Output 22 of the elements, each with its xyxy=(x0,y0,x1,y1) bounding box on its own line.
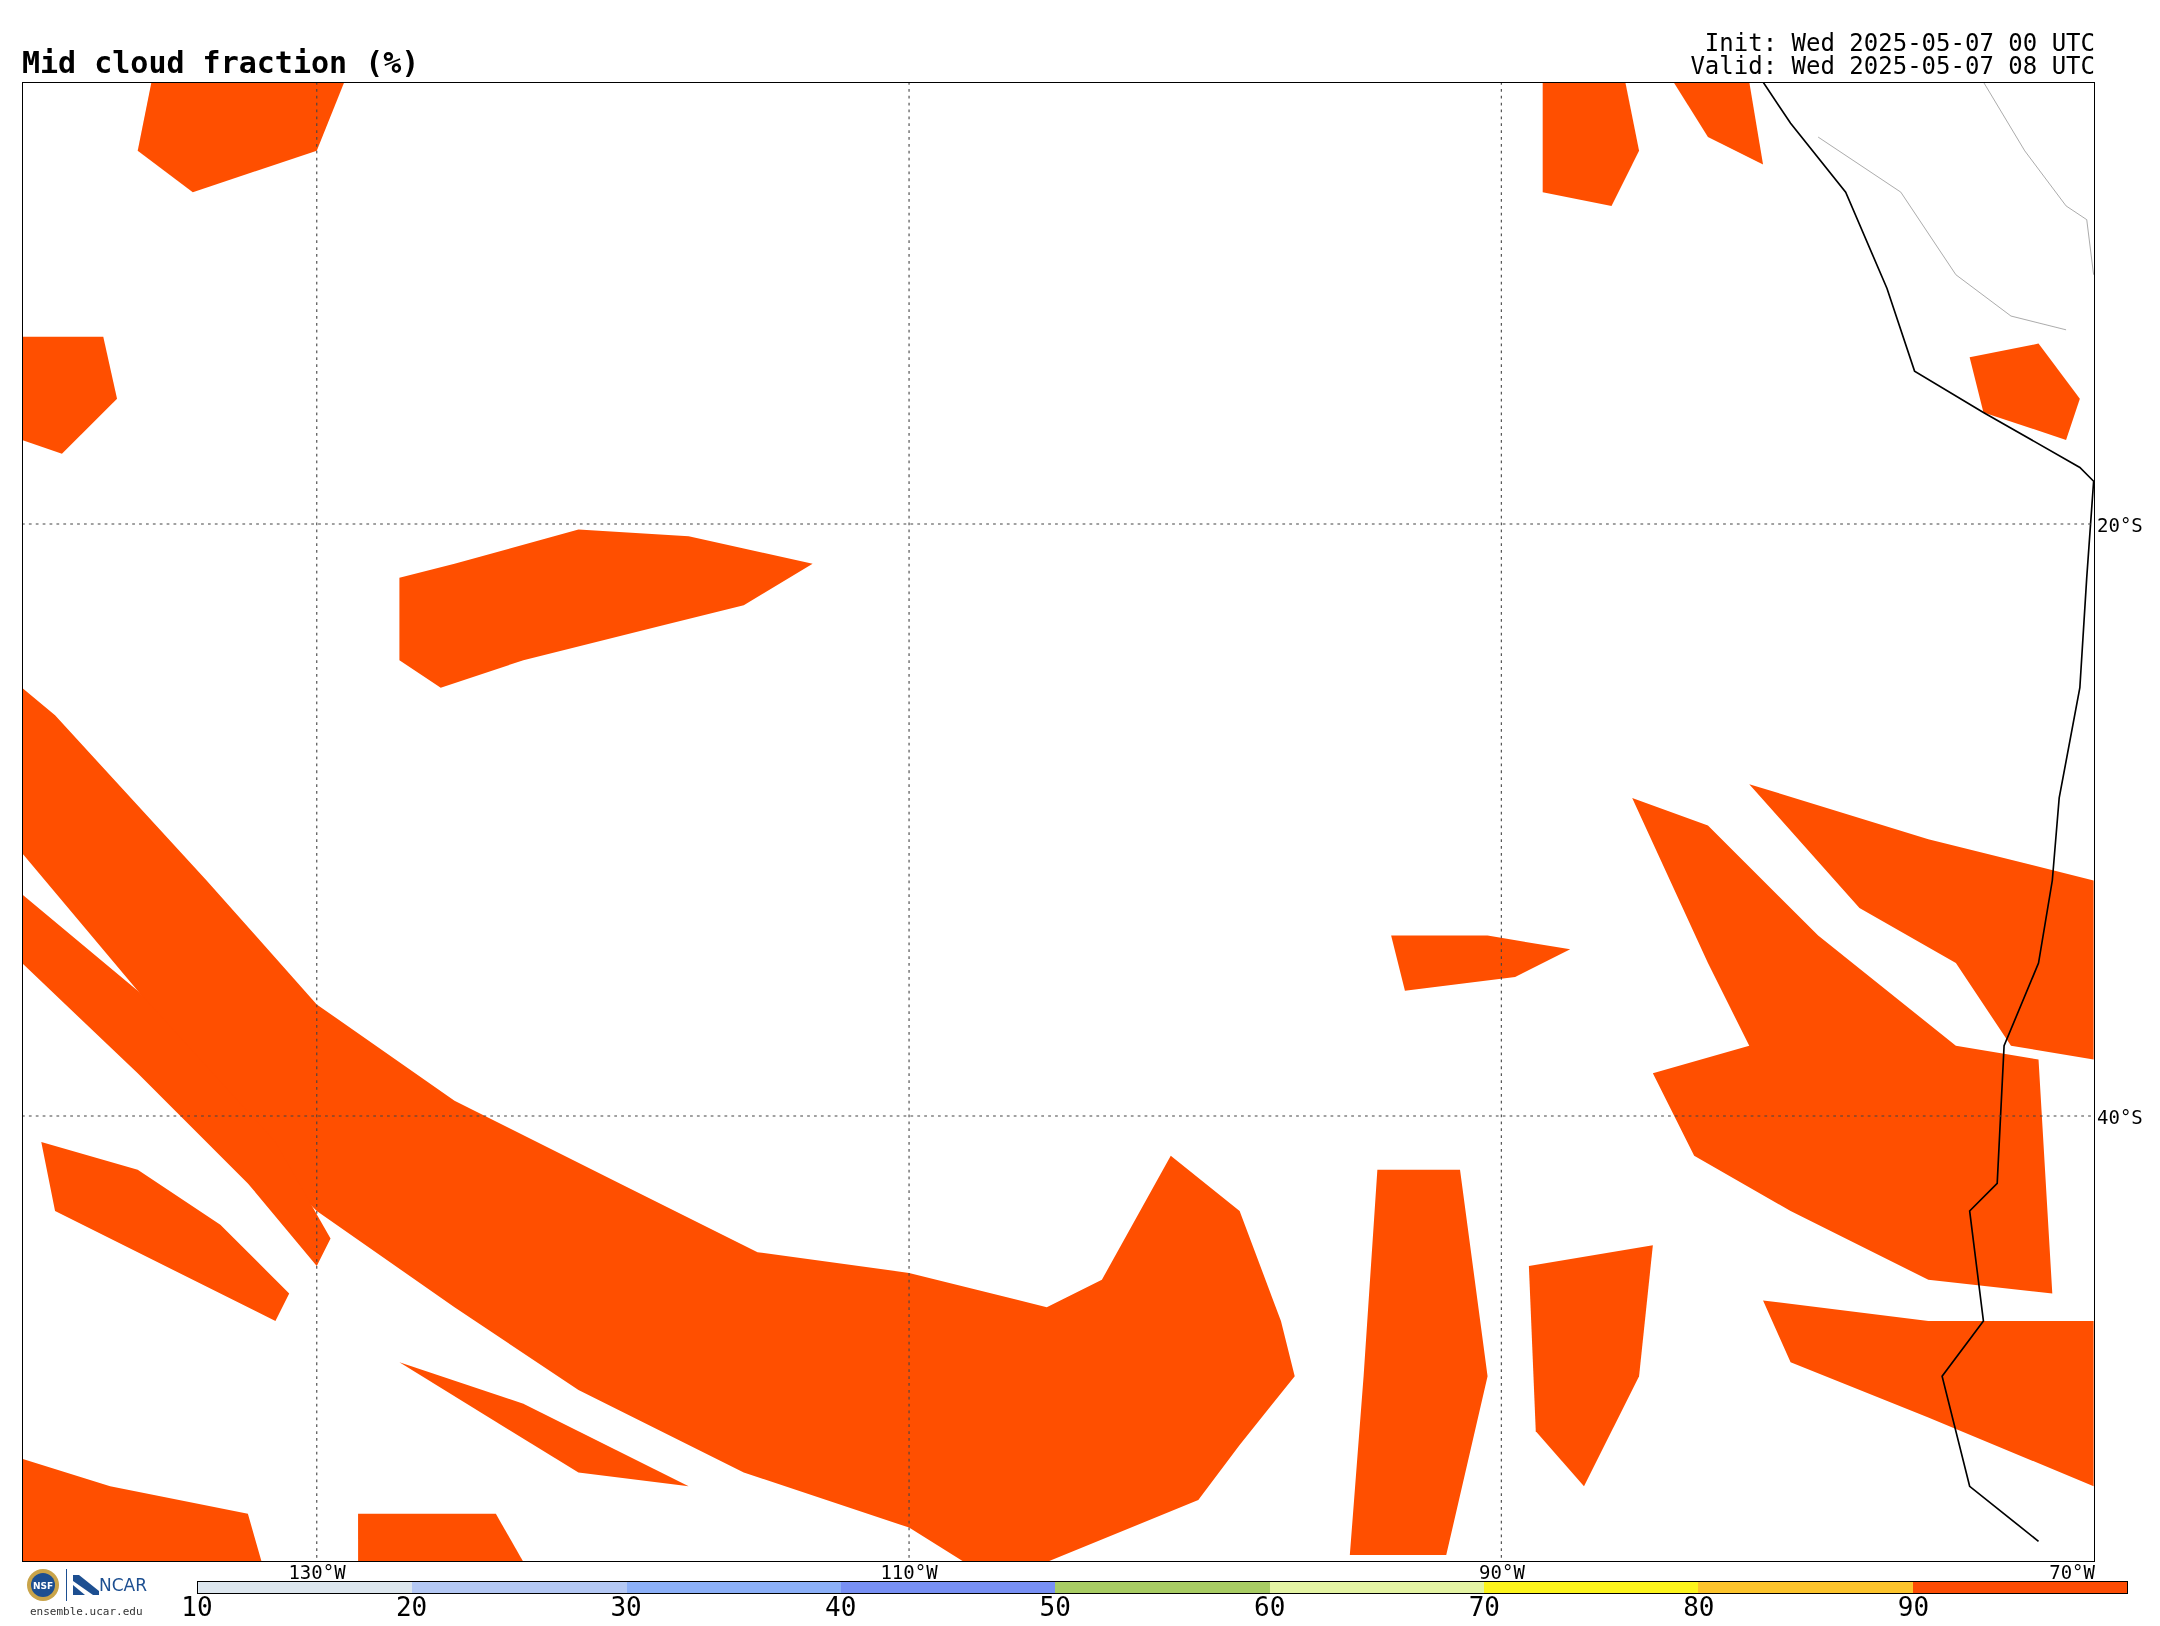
scale-tick-label: 50 xyxy=(1039,1594,1071,1620)
scale-tick-label: 10 xyxy=(181,1594,213,1620)
scale-tick-label: 30 xyxy=(610,1594,642,1620)
website-url: ensemble.ucar.edu xyxy=(30,1606,143,1617)
longitude-label: 70°W xyxy=(2049,1563,2095,1582)
valid-time: Valid: Wed 2025-05-07 08 UTC xyxy=(1690,55,2095,78)
chart-title: Mid cloud fraction (%) xyxy=(22,48,420,78)
seal-logo: NSF xyxy=(26,1568,60,1602)
longitude-label: 110°W xyxy=(880,1563,938,1582)
scale-tick-label: 70 xyxy=(1468,1594,1500,1620)
longitude-label: 130°W xyxy=(288,1563,346,1582)
latitude-label: 20°S xyxy=(2097,515,2143,535)
scale-tick-label: 80 xyxy=(1683,1594,1715,1620)
longitude-label: 90°W xyxy=(1479,1563,1525,1582)
ncar-logo-icon xyxy=(73,1575,99,1595)
latitude-label: 40°S xyxy=(2097,1107,2143,1127)
logo-text: NCAR xyxy=(99,1576,148,1594)
scale-tick-label: 90 xyxy=(1897,1594,1930,1620)
scale-tick-label: 60 xyxy=(1254,1594,1286,1620)
scale-tick-label: 40 xyxy=(825,1594,857,1620)
scale-tick-label: 20 xyxy=(395,1594,428,1620)
init-time: Init: Wed 2025-05-07 00 UTC xyxy=(1704,32,2095,55)
